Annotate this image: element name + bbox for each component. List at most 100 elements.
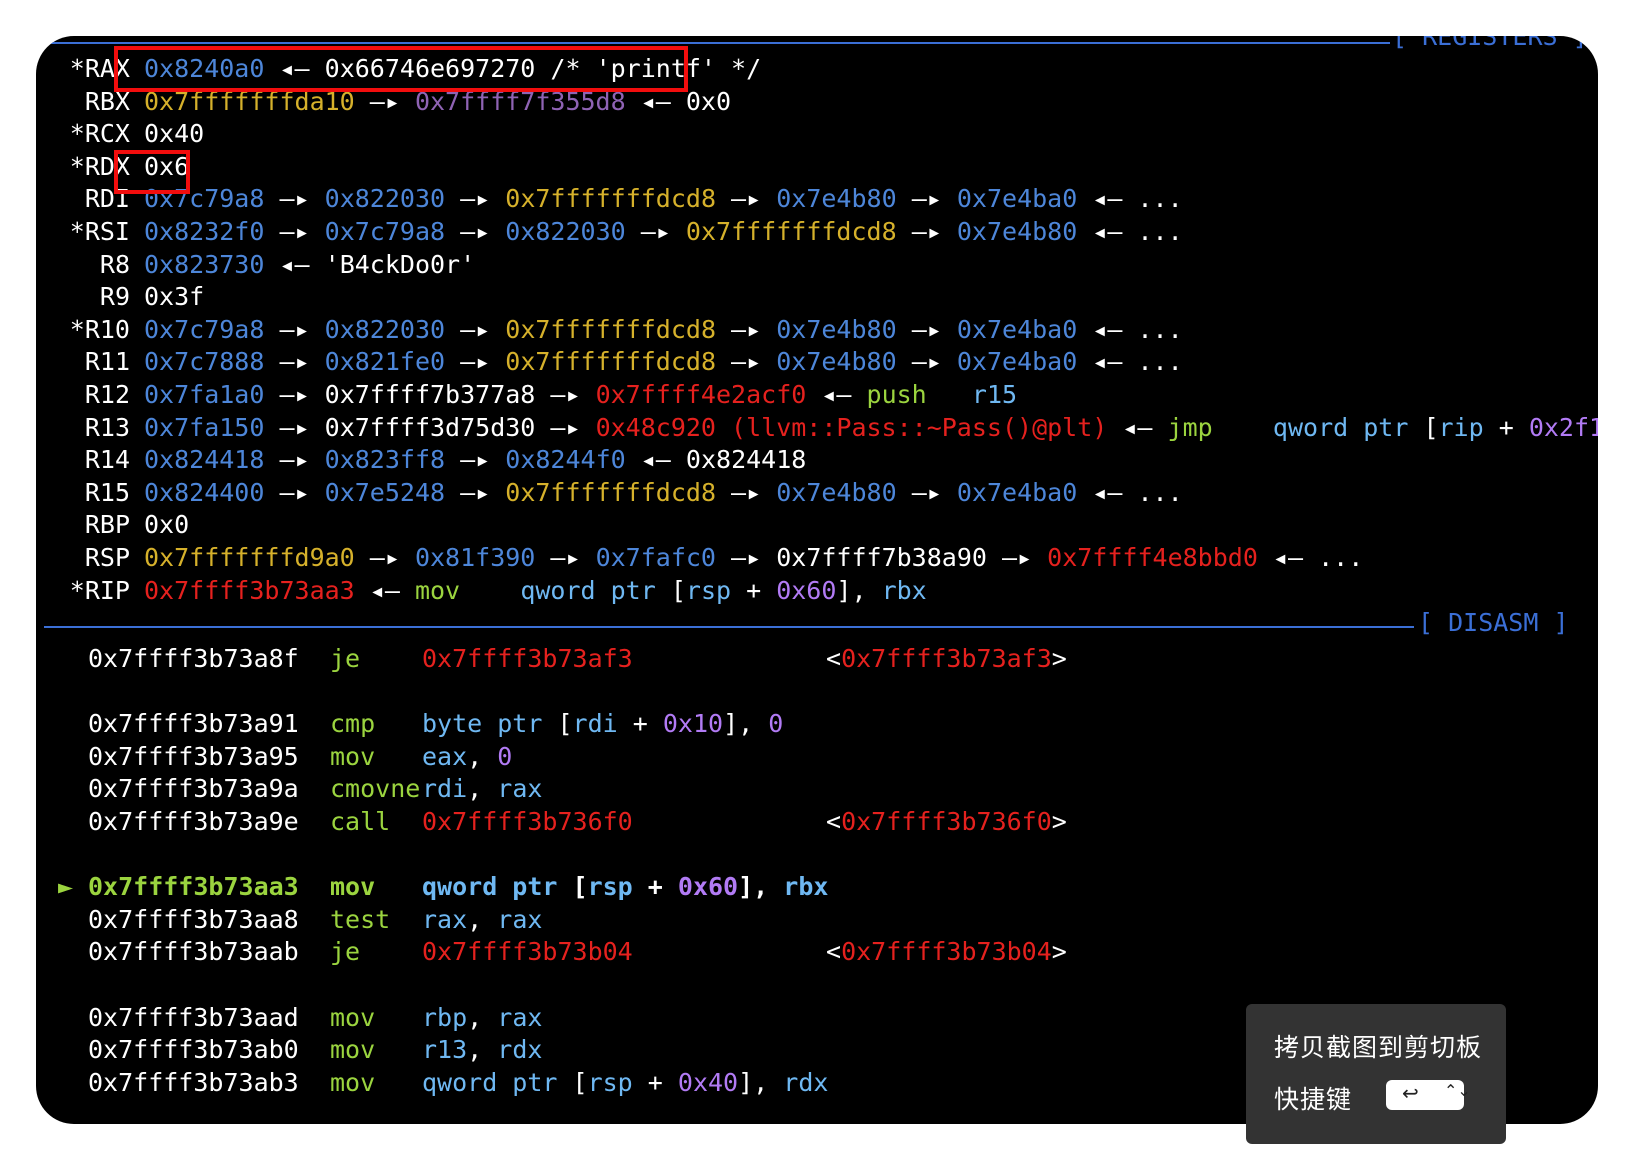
operand-token: ], bbox=[738, 872, 784, 902]
register-row: R14 0x824418 —▸ 0x823ff8 —▸ 0x8244f0 ◂— 0… bbox=[48, 443, 807, 477]
register-value: 0x7e4b80 bbox=[776, 347, 897, 377]
target-token: < bbox=[826, 937, 842, 967]
register-value: ... bbox=[1137, 314, 1183, 344]
register-value: 0x6 bbox=[144, 151, 190, 181]
register-name: *RDX bbox=[69, 151, 130, 181]
register-value: 0x7fafc0 bbox=[595, 543, 716, 572]
operand-token: rdx bbox=[783, 1067, 829, 1097]
pointer-arrow: ◂— bbox=[1107, 412, 1168, 442]
pointer-arrow: —▸ bbox=[535, 543, 596, 572]
register-name: R13 bbox=[84, 412, 130, 442]
register-value: 0x823730 bbox=[144, 249, 265, 279]
register-value: 0x7e4b80 bbox=[776, 477, 897, 507]
instruction-address: 0x7ffff3b73aa8 bbox=[88, 904, 299, 934]
register-value: ... bbox=[1318, 543, 1364, 572]
pointer-arrow: —▸ bbox=[264, 184, 325, 214]
register-value: 0x7ffff3b73aa3 bbox=[144, 575, 355, 605]
register-row: RDI 0x7c79a8 —▸ 0x822030 —▸ 0x7fffffffdcd… bbox=[48, 182, 1183, 216]
pointer-arrow: —▸ bbox=[716, 347, 777, 377]
register-value: jmp bbox=[1167, 412, 1213, 442]
register-row: *RAX 0x8240a0 ◂— 0x66746e697270 /* 'print… bbox=[48, 52, 761, 86]
operand-token: + bbox=[632, 872, 678, 902]
pointer-arrow: —▸ bbox=[716, 184, 777, 214]
instruction-address: 0x7ffff3b73a9e bbox=[88, 807, 299, 836]
register-row: RBP 0x0 bbox=[48, 508, 189, 542]
register-value: 0x7c79a8 bbox=[144, 184, 265, 214]
operand-token: 0x40 bbox=[677, 1067, 739, 1097]
register-value: 0x0 bbox=[144, 510, 190, 540]
disasm-row: 0x7ffff3b73aab je 0x7ffff3b73b04 <0x7ffff3b… bbox=[36, 935, 1596, 969]
instruction-operands: byte ptr [rdi + 0x10], 0 bbox=[422, 707, 783, 741]
instruction-operands: r13, rdx bbox=[422, 1033, 542, 1067]
operand-token: eax bbox=[422, 741, 468, 771]
pointer-arrow: —▸ bbox=[264, 347, 325, 377]
pointer-arrow: —▸ bbox=[896, 217, 957, 246]
register-value: 0x81f390 bbox=[414, 543, 536, 572]
register-value: 0x7c79a8 bbox=[144, 314, 265, 344]
pointer-arrow: ◂— bbox=[1077, 347, 1138, 377]
disasm-row: 0x7ffff3b73aa8 test rax, rax bbox=[36, 903, 1596, 937]
branch-target: <0x7ffff3b73af3> bbox=[826, 642, 1067, 676]
register-value: 0x7fffffffda10 bbox=[144, 86, 355, 116]
instruction-mnemonic: mov bbox=[330, 1002, 376, 1032]
screenshot-copy-toast[interactable]: 拷贝截图到剪切板 快捷键 ↩ ⌃⌄ bbox=[1246, 1004, 1506, 1144]
register-name: RBX bbox=[84, 86, 130, 116]
register-name: *RAX bbox=[69, 54, 130, 83]
instruction-address: 0x7ffff3b73aab bbox=[88, 937, 299, 967]
register-value: qword ptr bbox=[1272, 412, 1424, 442]
toast-shortcut-label: 快捷键 bbox=[1274, 1085, 1353, 1114]
instruction-operands: 0x7ffff3b73af3 bbox=[422, 642, 633, 676]
register-value: rsp bbox=[685, 575, 732, 605]
operand-token: rdi bbox=[422, 774, 468, 804]
instruction-mnemonic: call bbox=[330, 807, 391, 836]
operand-token: qword ptr bbox=[422, 1067, 573, 1097]
register-name: R11 bbox=[84, 347, 130, 377]
pointer-arrow: —▸ bbox=[716, 543, 777, 572]
register-row: RBX 0x7fffffffda10 —▸ 0x7ffff7f355d8 ◂— 0… bbox=[48, 85, 731, 119]
registers-header-line bbox=[36, 42, 1390, 44]
register-value: 0x7e4b80 bbox=[956, 217, 1078, 246]
register-value: rbx bbox=[881, 575, 927, 605]
register-row: R8 0x823730 ◂— 'B4ckDo0r' bbox=[48, 248, 475, 282]
register-value: 0x8240a0 bbox=[144, 54, 265, 83]
operand-token: rbx bbox=[783, 872, 829, 902]
register-row: *RSI 0x8232f0 —▸ 0x7c79a8 —▸ 0x822030 —▸ … bbox=[48, 215, 1183, 249]
register-value: r15 bbox=[971, 380, 1018, 409]
operand-token: , bbox=[467, 904, 498, 934]
pointer-arrow: —▸ bbox=[264, 445, 325, 475]
target-token: 0x7ffff3b73b04 bbox=[841, 937, 1052, 967]
register-value: 0x3f bbox=[144, 282, 205, 312]
register-name: R9 bbox=[99, 282, 130, 312]
pointer-arrow: ◂— bbox=[1077, 217, 1138, 246]
operand-token: rbp bbox=[422, 1002, 468, 1032]
pointer-arrow: —▸ bbox=[896, 314, 957, 344]
disasm-row: 0x7ffff3b73a9a cmovne rdi, rax bbox=[36, 772, 1596, 806]
pointer-arrow: ◂— bbox=[1077, 477, 1138, 507]
target-token: 0x7ffff3b73af3 bbox=[841, 644, 1052, 673]
pointer-arrow: —▸ bbox=[716, 314, 777, 344]
register-value: 0x0 bbox=[685, 86, 732, 116]
register-row: R11 0x7c7888 —▸ 0x821fe0 —▸ 0x7fffffffdcd… bbox=[48, 345, 1183, 379]
pointer-arrow: —▸ bbox=[625, 217, 686, 246]
shortcut-key-select[interactable]: ↩ ⌃⌄ bbox=[1386, 1080, 1471, 1110]
operand-token: [ bbox=[557, 709, 573, 739]
register-value: + bbox=[731, 575, 777, 605]
register-value: rip bbox=[1438, 412, 1484, 442]
operand-token: 0x10 bbox=[662, 709, 724, 739]
register-value: 0x7fffffffd9a0 bbox=[144, 543, 355, 572]
instruction-mnemonic: test bbox=[330, 904, 391, 934]
register-value: push bbox=[866, 380, 927, 409]
instruction-mnemonic: mov bbox=[330, 1035, 376, 1065]
register-row: R9 0x3f bbox=[48, 280, 204, 314]
register-value: 0x823ff8 bbox=[324, 445, 446, 475]
register-value: 0x7e4b80 bbox=[776, 314, 897, 344]
register-value: 0x7e4b80 bbox=[776, 184, 897, 214]
register-value: 0x7e4ba0 bbox=[956, 477, 1078, 507]
operand-token: rdi bbox=[572, 709, 618, 739]
pointer-arrow: —▸ bbox=[264, 314, 325, 344]
register-name: RDI bbox=[84, 184, 130, 214]
terminal-window[interactable]: [ REGISTERS ] *RAX 0x8240a0 ◂— 0x66746e69… bbox=[36, 36, 1598, 1124]
instruction-address: 0x7ffff3b73a95 bbox=[88, 741, 299, 771]
register-value: 0x7fffffffdcd8 bbox=[685, 217, 897, 246]
register-value: 0x7ffff4e8bbd0 bbox=[1047, 543, 1258, 572]
